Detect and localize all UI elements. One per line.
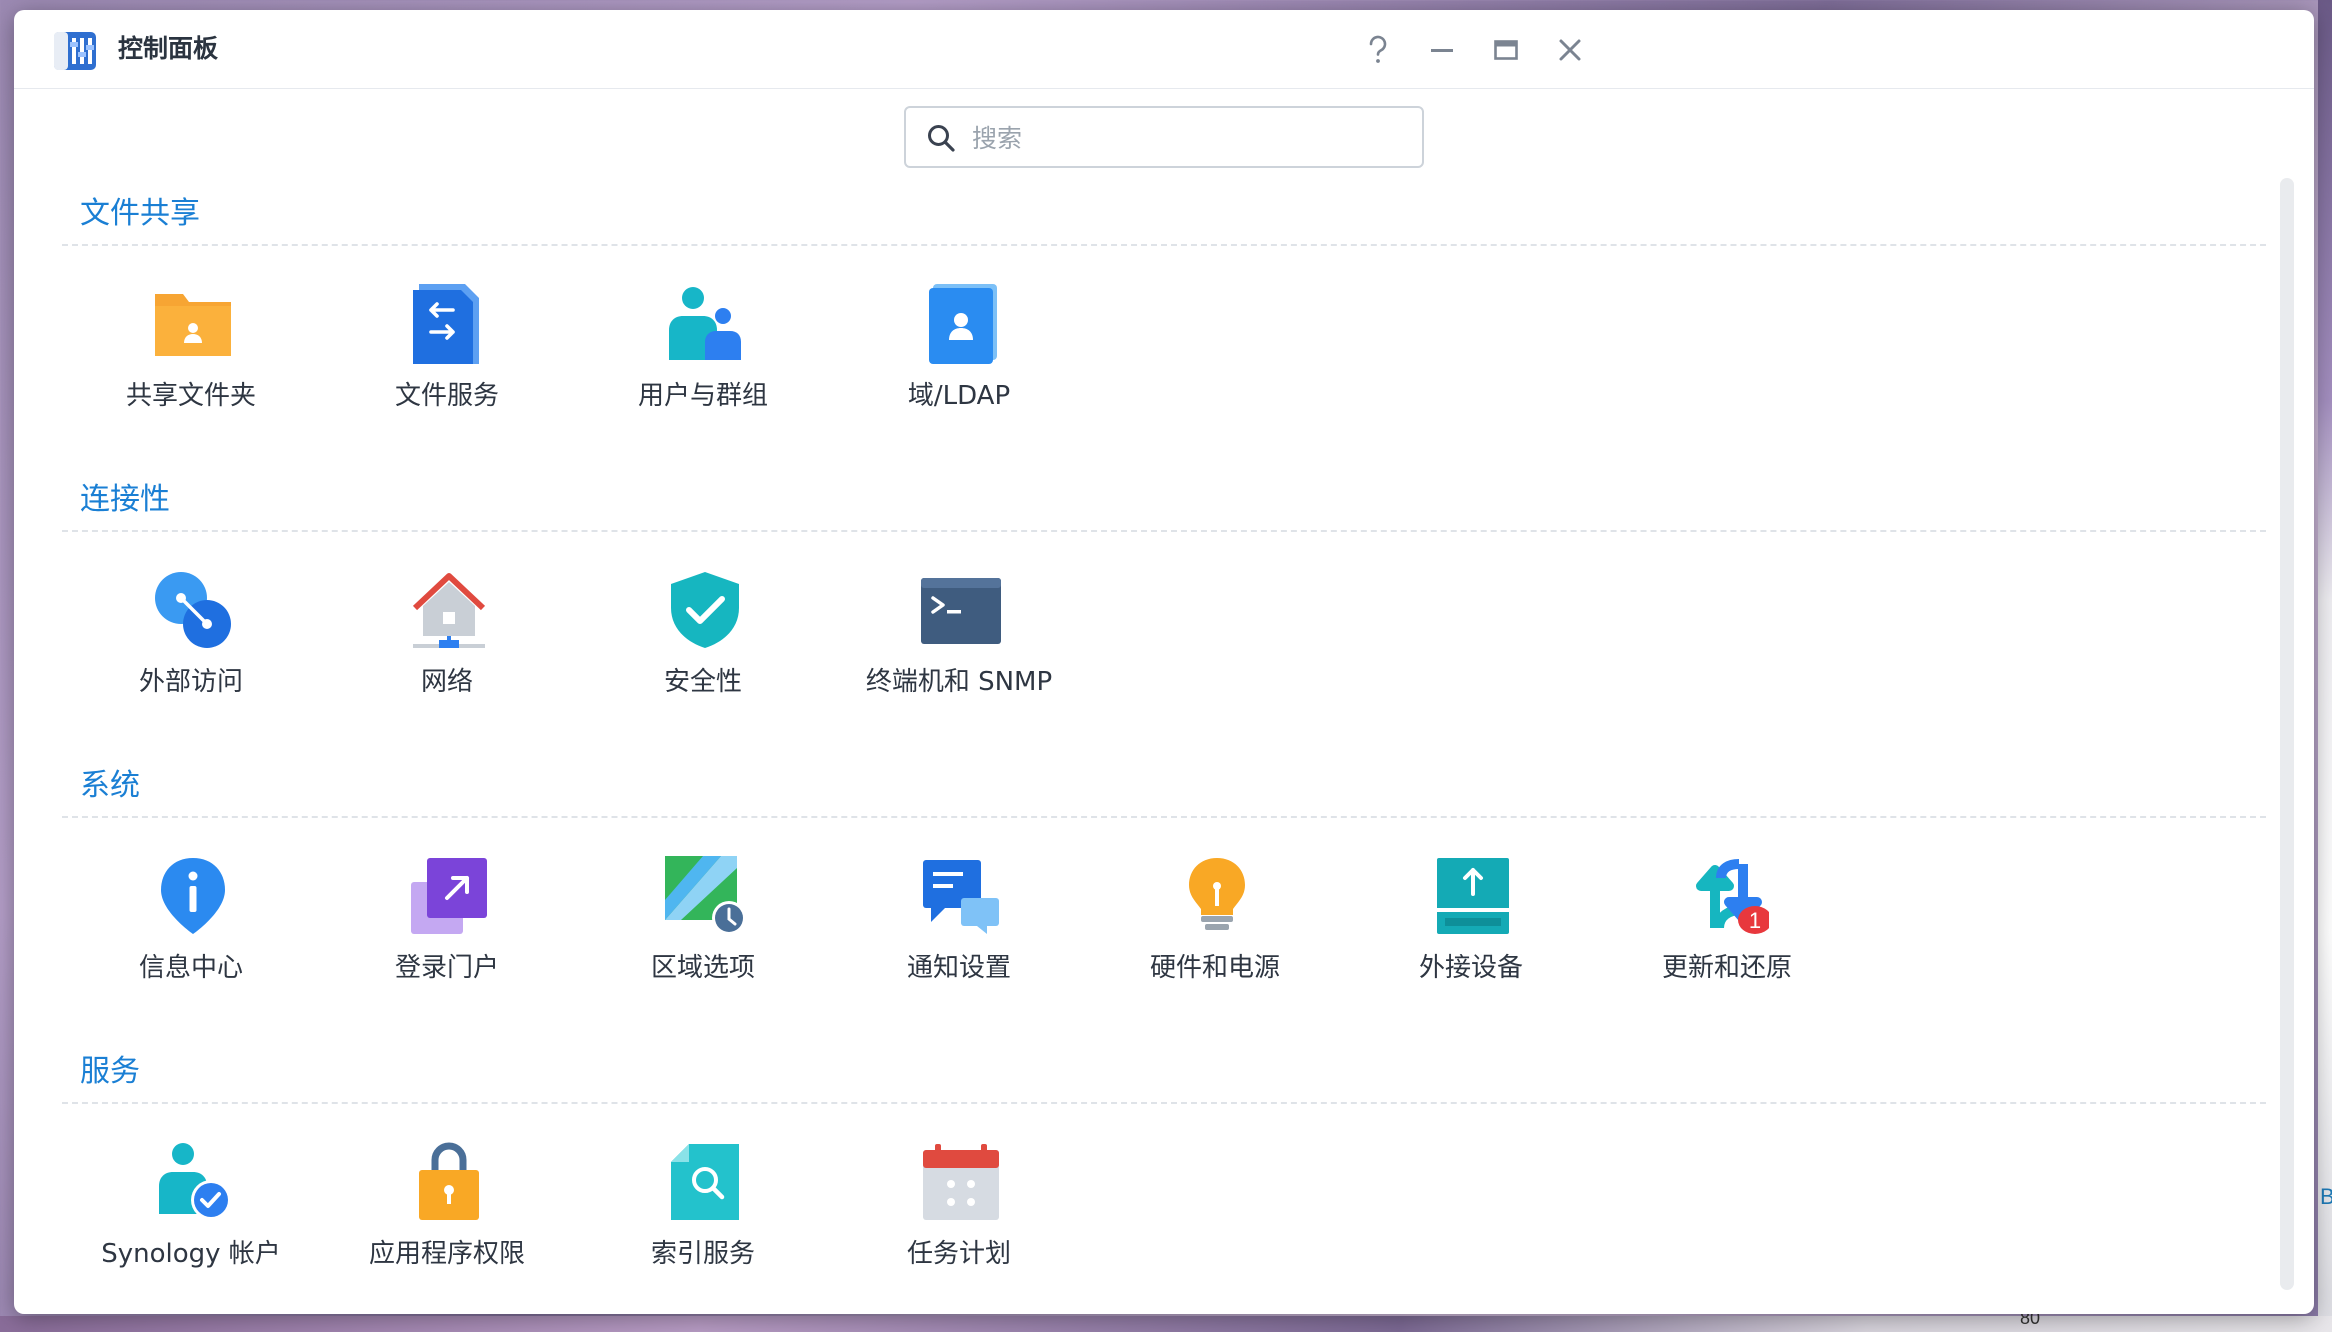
- help-icon[interactable]: [1356, 28, 1400, 72]
- update-badge: 1: [1749, 908, 1761, 933]
- app-login-portal[interactable]: 登录门户: [322, 856, 572, 1006]
- app-label: 终端机和 SNMP: [865, 667, 1053, 697]
- app-label: 信息中心: [138, 953, 243, 983]
- terminal-icon: [921, 570, 1001, 650]
- security-shield-icon: [665, 570, 745, 650]
- app-network[interactable]: 网络: [322, 570, 572, 720]
- app-task-scheduler[interactable]: 任务计划: [834, 1142, 1084, 1292]
- login-portal-icon: [409, 856, 489, 936]
- app-label: 任务计划: [906, 1239, 1011, 1269]
- app-indexing-service[interactable]: 索引服务: [578, 1142, 828, 1292]
- app-domain-ldap[interactable]: 域/LDAP: [834, 284, 1084, 434]
- external-devices-icon: [1433, 856, 1513, 936]
- indexing-service-icon: [665, 1142, 745, 1222]
- app-update-restore[interactable]: 1 更新和还原: [1602, 856, 1852, 1006]
- search-box: [904, 106, 1424, 168]
- section-title-system: 系统: [80, 768, 140, 803]
- section-divider: [62, 244, 2266, 246]
- maximize-icon[interactable]: [1484, 28, 1528, 72]
- window-title: 控制面板: [118, 34, 219, 63]
- app-regional-options[interactable]: 区域选项: [578, 856, 828, 1006]
- desktop-background-right: [2318, 0, 2332, 1332]
- network-icon: [409, 570, 489, 650]
- app-privileges-icon: [409, 1142, 489, 1222]
- section-divider: [62, 816, 2266, 818]
- users-groups-icon: [665, 284, 745, 364]
- app-label: 区域选项: [650, 953, 755, 983]
- app-label: 安全性: [663, 667, 742, 697]
- app-label: 索引服务: [650, 1239, 755, 1269]
- scrollbar[interactable]: [2280, 178, 2294, 1290]
- section-title-services: 服务: [80, 1054, 140, 1089]
- external-access-icon: [153, 570, 233, 650]
- app-security[interactable]: 安全性: [578, 570, 828, 720]
- app-label: 外部访问: [138, 667, 243, 697]
- app-label: 更新和还原: [1661, 953, 1792, 983]
- section-title-connectivity: 连接性: [80, 482, 170, 517]
- desktop-background-bottom: [0, 1316, 2332, 1332]
- app-hardware-power[interactable]: 硬件和电源: [1090, 856, 1340, 1006]
- app-label: 用户与群组: [637, 381, 768, 411]
- app-label: 登录门户: [394, 953, 499, 983]
- minimize-icon[interactable]: [1420, 28, 1464, 72]
- shared-folder-icon: [153, 284, 233, 364]
- task-scheduler-icon: [921, 1142, 1001, 1222]
- regional-options-icon: [665, 856, 745, 936]
- file-services-icon: [409, 284, 489, 364]
- app-file-services[interactable]: 文件服务: [322, 284, 572, 434]
- app-shared-folder[interactable]: 共享文件夹: [66, 284, 316, 434]
- app-notification[interactable]: 通知设置: [834, 856, 1084, 1006]
- app-label: 网络: [420, 667, 473, 697]
- domain-ldap-icon: [921, 284, 1001, 364]
- close-icon[interactable]: [1548, 28, 1592, 72]
- app-label: 外接设备: [1418, 953, 1523, 983]
- search-icon: [928, 125, 955, 152]
- search-input[interactable]: [970, 116, 1404, 160]
- app-external-access[interactable]: 外部访问: [66, 570, 316, 720]
- section-divider: [62, 530, 2266, 532]
- info-center-icon: [153, 856, 233, 936]
- control-panel-window: 控制面板 文件共享 共享文件夹 文件服务: [14, 10, 2314, 1314]
- app-info-center[interactable]: 信息中心: [66, 856, 316, 1006]
- app-terminal-snmp[interactable]: 终端机和 SNMP: [834, 570, 1084, 720]
- app-synology-account[interactable]: Synology 帐户: [66, 1142, 316, 1292]
- hardware-power-icon: [1177, 856, 1257, 936]
- control-panel-icon: [52, 30, 98, 72]
- update-restore-icon: 1: [1689, 856, 1769, 936]
- app-label: 文件服务: [394, 381, 499, 411]
- app-application-privileges[interactable]: 应用程序权限: [322, 1142, 572, 1292]
- background-peek-text: B: [2320, 1184, 2332, 1209]
- app-label: 通知设置: [906, 953, 1011, 983]
- notification-icon: [921, 856, 1001, 936]
- app-label: 域/LDAP: [907, 381, 1011, 411]
- app-label: 应用程序权限: [368, 1239, 525, 1269]
- app-users-groups[interactable]: 用户与群组: [578, 284, 828, 434]
- section-divider: [62, 1102, 2266, 1104]
- synology-account-icon: [153, 1142, 233, 1222]
- section-title-file-sharing: 文件共享: [80, 196, 200, 231]
- app-external-devices[interactable]: 外接设备: [1346, 856, 1596, 1006]
- title-bar: 控制面板: [14, 10, 2314, 89]
- app-label: 共享文件夹: [125, 381, 256, 411]
- app-label: 硬件和电源: [1149, 953, 1280, 983]
- app-label: Synology 帐户: [101, 1239, 281, 1269]
